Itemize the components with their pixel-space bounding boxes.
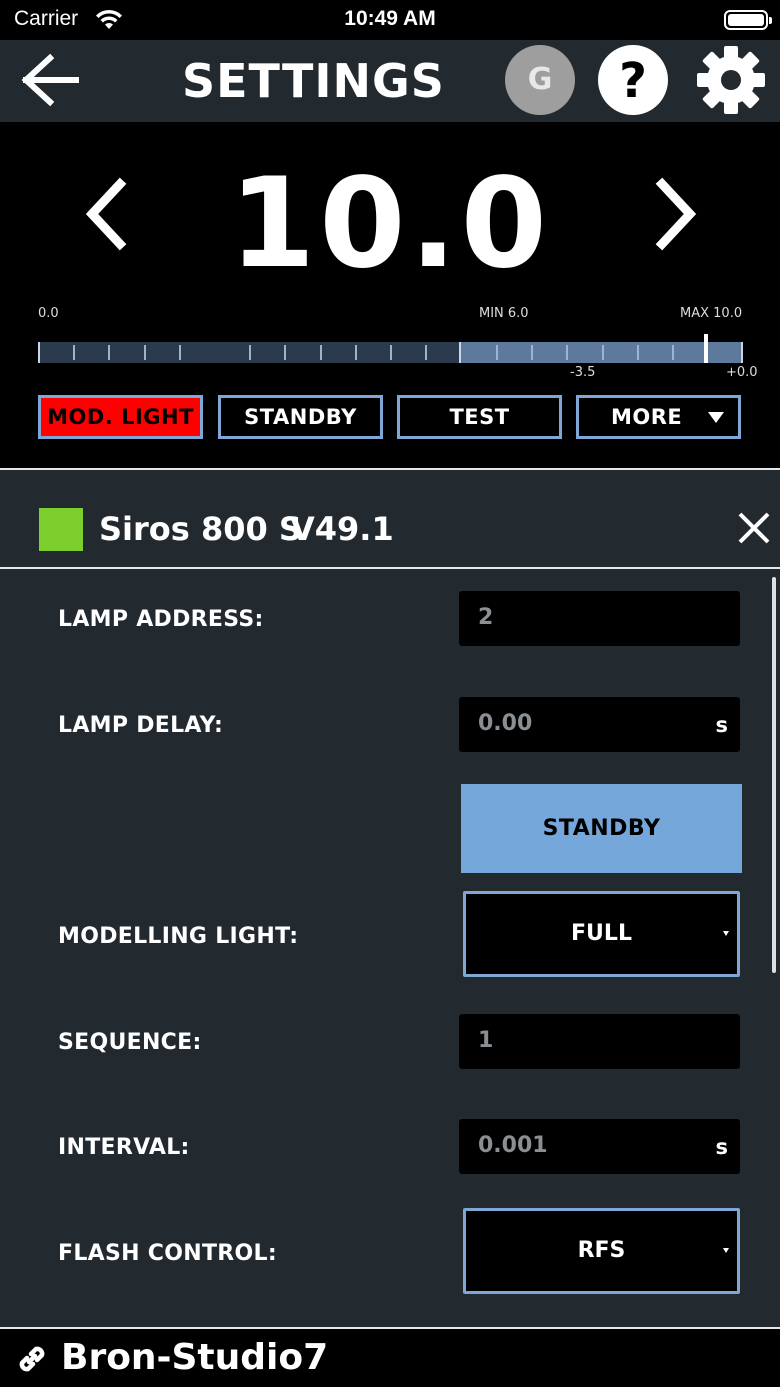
mod-light-button[interactable]: MOD. LIGHT [38, 395, 203, 439]
lamp-delay-unit: s [715, 713, 729, 737]
scale-tick [741, 342, 743, 363]
offset-low-label: -3.5 [570, 365, 596, 380]
scale-tick [566, 345, 568, 360]
interval-unit: s [715, 1135, 729, 1159]
back-arrow-icon[interactable] [20, 52, 80, 108]
chevron-down-icon [708, 412, 724, 423]
scale-tick [496, 345, 498, 360]
chevron-down-icon [723, 931, 729, 936]
modelling-light-value: FULL [571, 921, 632, 946]
lamp-address-label: LAMP ADDRESS: [58, 607, 264, 632]
more-button-label: MORE [611, 405, 683, 429]
scale-tick [602, 345, 604, 360]
header: SETTINGS G ? [0, 40, 780, 122]
battery-icon [724, 10, 772, 30]
scale-tick [425, 345, 427, 360]
flash-control-select[interactable]: RFS [463, 1208, 740, 1294]
lamp-address-value: 2 [478, 605, 494, 630]
scale-tick [459, 342, 461, 363]
scale-tick [355, 345, 357, 360]
scale-tick [672, 345, 674, 360]
scale-tick [249, 345, 251, 360]
power-indicator[interactable] [704, 334, 708, 363]
interval-field[interactable]: 0.001 s [459, 1119, 740, 1174]
scale-tick [38, 342, 40, 363]
scale-tick [73, 345, 75, 360]
range-min-label: MIN 6.0 [479, 306, 529, 321]
flash-control-label: FLASH CONTROL: [58, 1241, 277, 1266]
link-icon [19, 1346, 45, 1372]
more-button[interactable]: MORE [576, 395, 741, 439]
device-status-swatch [39, 508, 83, 551]
sequence-value: 1 [478, 1028, 494, 1053]
lamp-delay-label: LAMP DELAY: [58, 713, 224, 738]
scale-tick [179, 345, 181, 360]
standby-button[interactable]: STANDBY [218, 395, 383, 439]
sequence-field[interactable]: 1 [459, 1014, 740, 1069]
chevron-down-icon [723, 1248, 729, 1253]
gear-icon[interactable] [695, 44, 767, 116]
avatar[interactable]: G [505, 45, 575, 115]
network-name: Bron-Studio7 [61, 1337, 329, 1378]
clock: 10:49 AM [344, 7, 436, 30]
power-scale[interactable] [38, 334, 743, 363]
scale-tick [108, 345, 110, 360]
footer[interactable]: Bron-Studio7 [0, 1329, 780, 1387]
device-version: V49.1 [290, 510, 394, 548]
scale-tick [637, 345, 639, 360]
increase-power-icon[interactable] [648, 174, 704, 254]
interval-value: 0.001 [478, 1133, 548, 1158]
device-name: Siros 800 S [99, 510, 302, 548]
test-button[interactable]: TEST [397, 395, 562, 439]
scrollbar[interactable] [772, 577, 776, 973]
scale-tick [144, 345, 146, 360]
lamp-address-field[interactable]: 2 [459, 591, 740, 646]
scale-tick [531, 345, 533, 360]
offset-high-label: +0.0 [726, 365, 758, 380]
scale-min-label: 0.0 [38, 306, 59, 321]
mode-buttons: MOD. LIGHT STANDBY TEST MORE [38, 395, 743, 439]
close-icon[interactable] [734, 508, 774, 548]
status-bar: Carrier 10:49 AM [0, 0, 780, 40]
lamp-delay-field[interactable]: 0.00 s [459, 697, 740, 752]
scale-tick [284, 345, 286, 360]
lamp-delay-value: 0.00 [478, 711, 533, 736]
device-settings: LAMP ADDRESS: 2 LAMP DELAY: 0.00 s STAND… [0, 569, 780, 1327]
scale-tick [390, 345, 392, 360]
power-control: 10.0 0.0 MIN 6.0 MAX 10.0 -3.5 +0.0 MOD.… [0, 122, 780, 469]
modelling-light-select[interactable]: FULL [463, 891, 740, 977]
scale-tick [320, 345, 322, 360]
help-icon[interactable]: ? [598, 45, 668, 115]
range-max-label: MAX 10.0 [680, 306, 743, 321]
device-standby-button[interactable]: STANDBY [461, 784, 742, 873]
modelling-light-label: MODELLING LIGHT: [58, 924, 299, 949]
interval-label: INTERVAL: [58, 1135, 190, 1160]
sequence-label: SEQUENCE: [58, 1030, 202, 1055]
device-header: Siros 800 S V49.1 [0, 470, 780, 567]
page-title: SETTINGS [182, 54, 445, 108]
flash-control-value: RFS [577, 1238, 626, 1263]
